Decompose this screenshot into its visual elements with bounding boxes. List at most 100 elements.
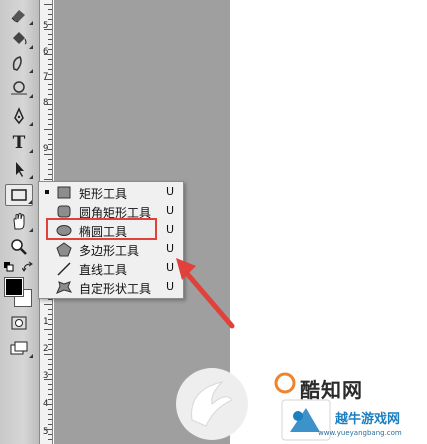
ruler-tick (48, 424, 52, 425)
ruler-tick (48, 389, 52, 390)
ruler-tick (44, 154, 52, 155)
paint-bucket-tool[interactable] (5, 28, 33, 50)
screen-mode-tool[interactable] (5, 337, 33, 359)
hand-tool[interactable] (5, 211, 33, 233)
ruler-tick (48, 109, 52, 110)
rectangle-tool[interactable] (5, 184, 33, 206)
dodge-tool[interactable] (5, 77, 33, 99)
ruler-tick (48, 89, 52, 90)
ruler-tick (48, 359, 52, 360)
menu-item-line-tool[interactable]: 直线工具 U (39, 259, 183, 278)
ruler-tick (44, 4, 52, 5)
ruler-tick (48, 439, 52, 440)
ruler-tick (44, 104, 52, 105)
quick-mask-icon (11, 316, 27, 330)
ruler-tick (48, 144, 52, 145)
blur-tool[interactable] (5, 52, 33, 74)
ruler-tick (48, 34, 52, 35)
ruler-tick (44, 429, 52, 430)
ruler-tick (48, 84, 52, 85)
ruler-tick (48, 139, 52, 140)
ruler-tick (48, 309, 52, 310)
ruler-tick (48, 384, 52, 385)
ruler-tick (48, 114, 52, 115)
polygon-icon (56, 242, 72, 257)
ruler-tick (48, 74, 52, 75)
ruler-tick (48, 159, 52, 160)
ruler-tick (48, 14, 52, 15)
swap-colors-icon[interactable] (22, 261, 34, 273)
hand-icon (13, 213, 25, 230)
ruler-tick (44, 129, 52, 130)
ruler-tick (48, 164, 52, 165)
ruler-tick (44, 29, 52, 30)
screen-mode-icon (10, 341, 28, 355)
ruler-tick (48, 369, 52, 370)
ruler-tick (48, 339, 52, 340)
blur-icon (12, 56, 22, 71)
ruler-tick (48, 149, 52, 150)
ruler-tick (48, 9, 52, 10)
ruler-tick (48, 409, 52, 410)
custom-shape-icon (56, 281, 73, 294)
eraser-tool[interactable] (5, 4, 33, 26)
ruler-tick (44, 354, 52, 355)
quick-mask-tool[interactable] (5, 312, 33, 334)
ruler-tick (48, 324, 52, 325)
ruler-tick (48, 44, 52, 45)
ruler-tick (48, 399, 52, 400)
default-colors-icon[interactable] (4, 262, 14, 272)
ruler-tick (48, 39, 52, 40)
eraser-icon (11, 10, 25, 23)
ruler-tick (44, 404, 52, 405)
line-icon (57, 262, 71, 276)
ruler-tick (48, 349, 52, 350)
ruler-tick (48, 319, 52, 320)
watermark-brand: 酷知网 (300, 378, 363, 402)
menu-item-label: 多边形工具 (79, 244, 140, 258)
menu-item-shortcut: U (166, 223, 175, 236)
ruler-tick (48, 394, 52, 395)
ruler-tick (48, 364, 52, 365)
selected-bullet-icon (45, 190, 49, 194)
menu-item-rectangle-tool[interactable]: 矩形工具 U (39, 183, 183, 202)
ruler-tick (48, 174, 52, 175)
paint-bucket-icon (13, 32, 27, 45)
ruler-tick (48, 64, 52, 65)
zoom-tool[interactable] (5, 236, 33, 258)
menu-item-custom-shape-tool[interactable]: 自定形状工具 U (39, 278, 183, 297)
ruler-tick (48, 24, 52, 25)
ruler-tick (48, 414, 52, 415)
menu-item-shortcut: U (166, 204, 175, 217)
ruler-tick (48, 94, 52, 95)
ruler-tick (44, 79, 52, 80)
menu-item-shortcut: U (166, 185, 175, 198)
shape-tool-flyout: 矩形工具 U 圆角矩形工具 U 椭圆工具 U 多边形工具 U 直线工具 U 自定… (38, 181, 184, 299)
ruler-tick (48, 169, 52, 170)
menu-item-label: 矩形工具 (79, 187, 128, 201)
ruler-tick (48, 69, 52, 70)
ruler-tick (48, 119, 52, 120)
ruler-tick (48, 334, 52, 335)
foreground-color-swatch[interactable] (4, 277, 24, 297)
ruler-tick (48, 99, 52, 100)
type-tool[interactable]: T (5, 132, 33, 154)
ruler-tick (44, 179, 52, 180)
watermark-url: www.yueyangbang.com (318, 429, 402, 437)
ruler-tick (44, 379, 52, 380)
ruler-tick (48, 19, 52, 20)
path-select-icon (16, 162, 24, 177)
pen-icon (14, 107, 24, 125)
ruler-tick (44, 329, 52, 330)
ruler-tick (48, 59, 52, 60)
ruler-tick (48, 134, 52, 135)
path-selection-tool[interactable] (5, 158, 33, 180)
ruler-tick (44, 54, 52, 55)
pen-tool[interactable] (5, 105, 33, 127)
annotation-highlight-box (46, 218, 157, 240)
ruler-tick (48, 419, 52, 420)
watermark-site-name: 越牛游戏网 (335, 412, 401, 427)
ruler-tick (48, 299, 52, 300)
rectangle-tool-icon (11, 189, 27, 201)
menu-item-polygon-tool[interactable]: 多边形工具 U (39, 240, 183, 259)
